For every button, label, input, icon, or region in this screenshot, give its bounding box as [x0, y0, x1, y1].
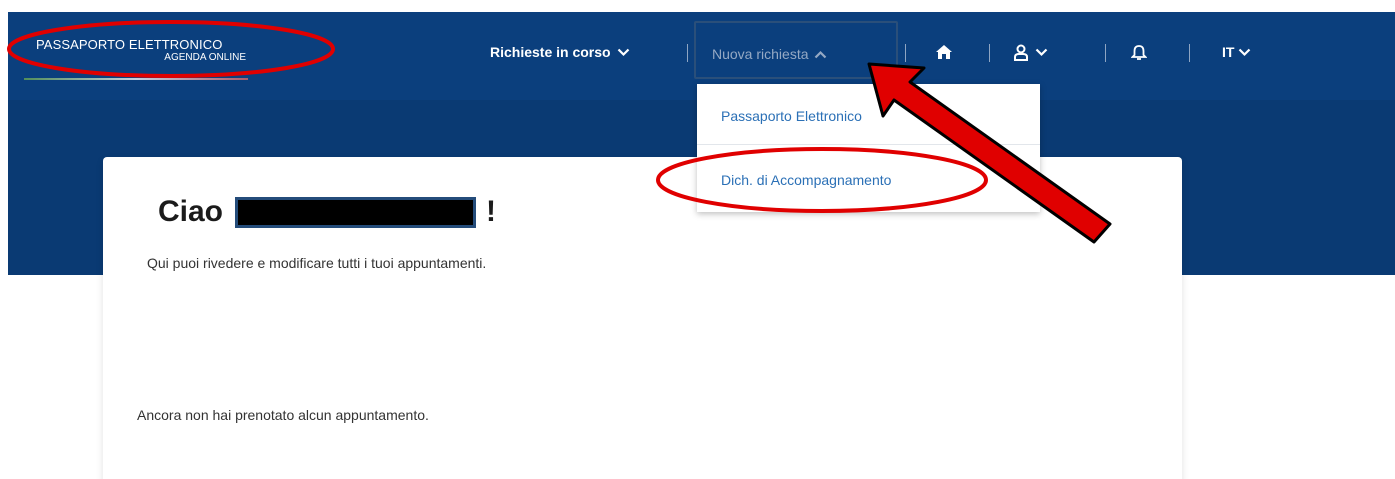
nav-nuova-richiesta[interactable]: Nuova richiesta	[712, 46, 827, 62]
nav-nuova-label: Nuova richiesta	[712, 46, 809, 62]
redacted-username	[235, 196, 477, 228]
nav-richieste-label: Richieste in corso	[490, 44, 611, 60]
greeting-text: Ciao	[158, 195, 224, 228]
language-selector[interactable]: IT	[1222, 44, 1251, 60]
chevron-down-icon	[617, 48, 630, 57]
page-subtitle: Qui puoi rivedere e modificare tutti i t…	[147, 255, 487, 271]
chevron-down-icon	[1035, 48, 1048, 57]
nav-separator	[989, 44, 990, 62]
chevron-up-icon	[814, 50, 827, 59]
chevron-down-icon	[1238, 48, 1251, 57]
greeting-heading: Ciao !	[158, 195, 496, 229]
nav-separator	[687, 44, 688, 62]
dropdown-item-accompagnamento[interactable]: Dich. di Accompagnamento	[721, 172, 891, 188]
greeting-suffix: !	[486, 195, 497, 228]
empty-appointments-message: Ancora non hai prenotato alcun appuntame…	[137, 407, 429, 423]
nuova-richiesta-dropdown: Passaporto Elettronico Dich. di Accompag…	[697, 84, 1040, 212]
nav-richieste-in-corso[interactable]: Richieste in corso	[490, 44, 630, 60]
user-icon	[1013, 44, 1029, 61]
dropdown-divider	[697, 144, 1040, 145]
language-label: IT	[1222, 44, 1235, 60]
dropdown-item-passaporto[interactable]: Passaporto Elettronico	[721, 108, 862, 124]
home-icon[interactable]	[935, 44, 953, 60]
user-menu[interactable]	[1013, 44, 1048, 61]
nav-separator	[905, 44, 906, 62]
logo-flag-rule	[24, 78, 248, 80]
main-nav: Richieste in corso Nuova richiesta IT	[0, 38, 1395, 68]
bell-icon[interactable]	[1131, 44, 1147, 61]
page: PASSAPORTO ELETTRONICO AGENDA ONLINE Ric…	[0, 0, 1395, 479]
nav-separator	[1189, 44, 1190, 62]
nav-separator	[1105, 44, 1106, 62]
